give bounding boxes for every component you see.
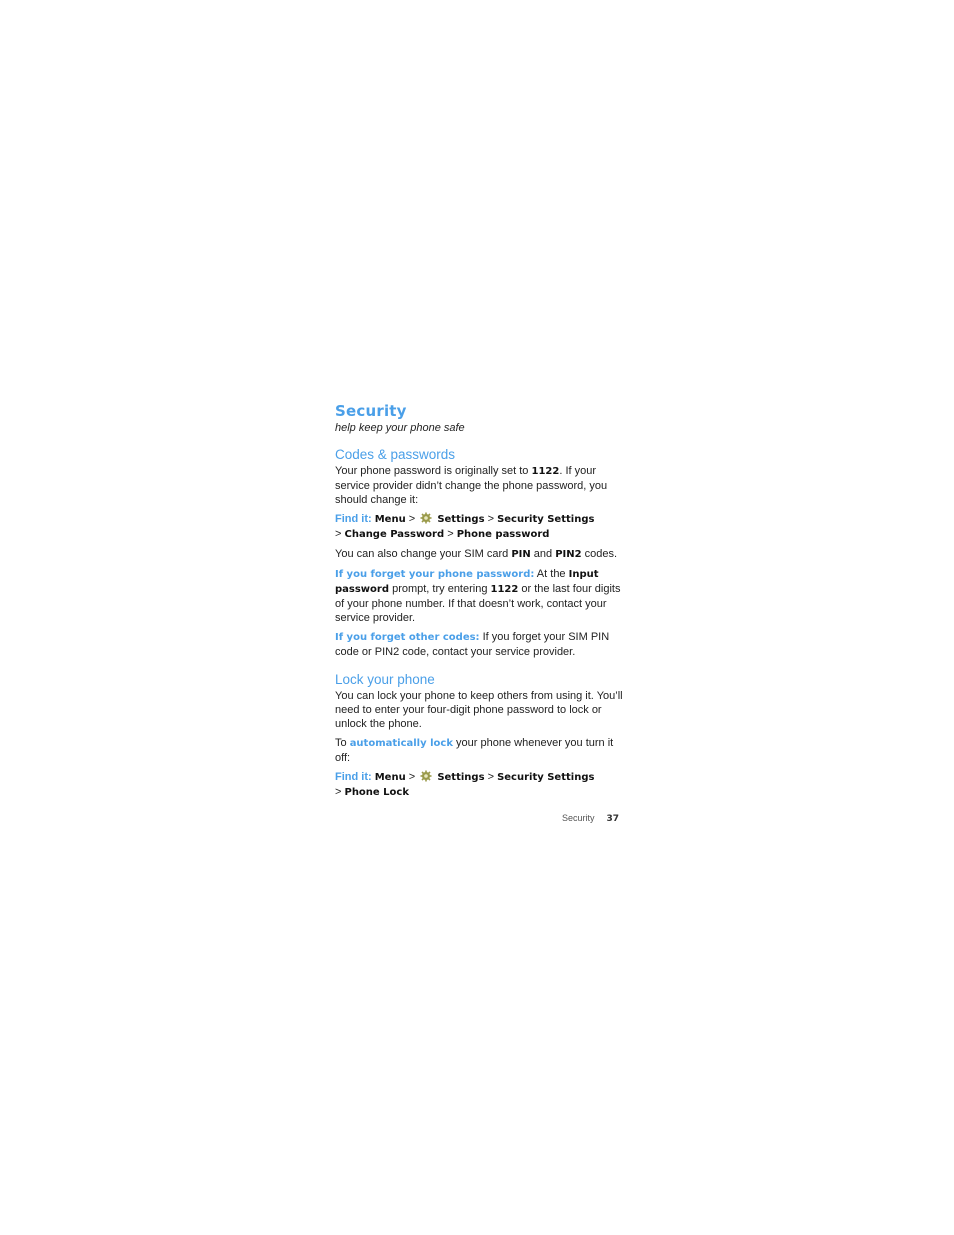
menu-step: Menu <box>374 772 406 783</box>
auto-lock-term: automatically lock <box>349 738 453 749</box>
phone-lock-step: Phone Lock <box>344 787 410 798</box>
text: codes. <box>581 548 618 560</box>
default-password: 1122 <box>490 584 519 595</box>
settings-step: Settings <box>437 772 485 783</box>
lock-intro: You can lock your phone to keep others f… <box>335 690 623 730</box>
text: Your phone password is originally set to <box>335 465 532 477</box>
tip-label: If you forget other codes: <box>335 632 480 643</box>
text: and <box>530 548 556 560</box>
security-settings-step: Security Settings <box>497 514 595 525</box>
find-it-path: Find it: Menu > Settings > Security Sett… <box>335 770 595 798</box>
codes-section: Codes & passwords Your phone password is… <box>335 446 625 659</box>
page-title: Security <box>335 402 407 420</box>
lock-section: Lock your phone You can lock your phone … <box>335 671 625 800</box>
pin-label: PIN <box>511 549 531 560</box>
page-number: 37 <box>606 814 619 824</box>
sim-codes-text: You can also change your SIM card PIN an… <box>335 547 625 562</box>
change-password-step: Change Password <box>344 529 445 540</box>
forget-password-tip: If you forget your phone password: At th… <box>335 567 625 625</box>
footer-section: Security <box>561 813 595 823</box>
page-subtitle: help keep your phone safe <box>335 422 465 434</box>
text: You can also change your SIM card <box>335 548 512 560</box>
auto-lock-text: To automatically lock your phone wheneve… <box>335 736 625 765</box>
forget-other-tip: If you forget other codes: If you forget… <box>335 630 625 659</box>
default-password: 1122 <box>531 466 560 477</box>
menu-step: Menu <box>374 514 406 525</box>
find-it-path: Find it: Menu > Settings > Security Sett… <box>335 512 595 540</box>
phone-password-step: Phone password <box>456 529 550 540</box>
text: At the <box>534 568 569 580</box>
text: prompt, try entering <box>389 583 491 595</box>
lock-heading: Lock your phone <box>335 672 435 687</box>
page-footer: Security 37 <box>520 813 619 824</box>
codes-heading: Codes & passwords <box>335 447 456 462</box>
settings-step: Settings <box>437 514 485 525</box>
find-it-label: Find it: <box>335 771 372 783</box>
settings-gear-icon <box>420 512 432 524</box>
manual-page: Security help keep your phone safe Codes… <box>335 401 625 805</box>
security-settings-step: Security Settings <box>497 772 595 783</box>
pin2-label: PIN2 <box>555 549 582 560</box>
find-it-label: Find it: <box>335 513 372 525</box>
tip-label: If you forget your phone password: <box>335 569 535 580</box>
settings-gear-icon <box>420 770 432 782</box>
text: To <box>335 737 350 749</box>
codes-intro: Your phone password is originally set to… <box>335 464 625 507</box>
